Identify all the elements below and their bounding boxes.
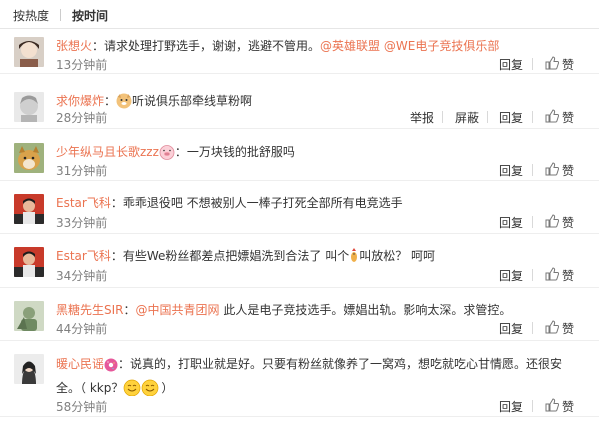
comment-text: Estar飞科：乖乖退役吧 不想被别人一棒子打死全部所有电竞选手	[56, 196, 403, 210]
avatar[interactable]	[14, 37, 44, 67]
mention-link[interactable]: @英雄联盟	[320, 39, 380, 53]
like-button[interactable]: 赞	[562, 162, 574, 179]
like-button[interactable]: 赞	[562, 214, 574, 231]
comment-username[interactable]: 求你爆炸	[56, 94, 104, 108]
comment-time: 31分钟前	[56, 164, 108, 178]
thumbs-up-icon[interactable]	[545, 109, 560, 126]
action-divider	[442, 111, 443, 123]
reply-button[interactable]: 回复	[499, 214, 523, 231]
comment-text: 暖心民谣 ：说真的，打职业就是好。只要有粉丝就像养了一窝鸡，想吃就吃心甘情愿。还很…	[56, 354, 586, 402]
avatar[interactable]	[14, 92, 44, 122]
reply-button[interactable]: 回复	[499, 320, 523, 337]
comment-item: 少年纵马且长歌zzz ：一万块钱的批舒服吗 31分钟前 回复 赞	[0, 135, 599, 181]
mention-link[interactable]: @WE电子竞技俱乐部	[384, 39, 499, 53]
donut-emoji-icon	[104, 358, 118, 378]
comment-item: 暖心民谣 ：说真的，打职业就是好。只要有粉丝就像养了一窝鸡，想吃就吃心甘情愿。还很…	[0, 346, 599, 417]
comment-item: 求你爆炸： 听说俱乐部牵线草粉啊 28分钟前 举报 屏蔽 回复 赞	[0, 84, 599, 129]
comment-item: Estar飞科：有些We粉丝都差点把嫖娼洗到合法了 叫个 叫放松？ 呵呵 34分钟…	[0, 239, 599, 288]
avatar[interactable]	[14, 194, 44, 224]
thumbs-up-icon[interactable]	[545, 162, 560, 179]
comment-item: 黑糖先生SIR：@中国共青团网 此人是电子竞技选手。嫖娼出轨。影响太深。求管控。…	[0, 293, 599, 341]
action-divider	[532, 111, 533, 123]
comment-time: 34分钟前	[56, 269, 108, 283]
avatar[interactable]	[14, 247, 44, 277]
smile-emoji-icon	[123, 379, 161, 402]
like-button[interactable]: 赞	[562, 320, 574, 337]
avatar[interactable]	[14, 143, 44, 173]
reply-button[interactable]: 回复	[499, 398, 523, 415]
like-button[interactable]: 赞	[562, 398, 574, 415]
comment-time: 28分钟前	[56, 111, 108, 125]
comment-username[interactable]: 黑糖先生SIR	[56, 303, 124, 317]
pig-emoji-icon	[159, 144, 175, 166]
avatar[interactable]	[14, 354, 44, 384]
thumbs-up-icon[interactable]	[545, 267, 560, 284]
thumbs-up-icon[interactable]	[545, 320, 560, 337]
doge-emoji-icon	[116, 93, 132, 115]
comment-text: 张想火：请求处理打野选手，谢谢，逃避不管用。@英雄联盟 @WE电子竞技俱乐部	[56, 39, 500, 53]
like-button[interactable]: 赞	[562, 109, 574, 126]
action-divider	[532, 269, 533, 281]
comment-username[interactable]: 暖心民谣	[56, 357, 104, 371]
mention-link[interactable]: @中国共青团网	[136, 303, 220, 317]
like-button[interactable]: 赞	[562, 267, 574, 284]
chicken-emoji-icon	[349, 248, 359, 270]
like-button[interactable]: 赞	[562, 56, 574, 73]
comment-item: Estar飞科：乖乖退役吧 不想被别人一棒子打死全部所有电竞选手 33分钟前 回…	[0, 186, 599, 234]
block-button[interactable]: 屏蔽	[455, 109, 479, 126]
reply-button[interactable]: 回复	[499, 162, 523, 179]
comment-time: 44分钟前	[56, 322, 108, 336]
report-button[interactable]: 举报	[410, 109, 434, 126]
tab-by-time[interactable]: 按时间	[72, 7, 108, 24]
action-divider	[487, 111, 488, 123]
action-divider	[532, 164, 533, 176]
reply-button[interactable]: 回复	[499, 56, 523, 73]
comment-time: 13分钟前	[56, 58, 108, 72]
tab-by-hot[interactable]: 按热度	[13, 7, 49, 24]
avatar[interactable]	[14, 301, 44, 331]
comment-username[interactable]: Estar飞科	[56, 249, 111, 263]
comment-item: 张想火：请求处理打野选手，谢谢，逃避不管用。@英雄联盟 @WE电子竞技俱乐部 1…	[0, 29, 599, 74]
reply-button[interactable]: 回复	[499, 109, 523, 126]
sort-tabs: 按热度 按时间	[0, 0, 599, 29]
comment-text: 黑糖先生SIR：@中国共青团网 此人是电子竞技选手。嫖娼出轨。影响太深。求管控。	[56, 303, 512, 317]
thumbs-up-icon[interactable]	[545, 56, 560, 73]
action-divider	[532, 322, 533, 334]
comment-time: 58分钟前	[56, 400, 108, 414]
comment-username[interactable]: 少年纵马且长歌zzz	[56, 145, 159, 159]
comment-username[interactable]: 张想火	[56, 39, 92, 53]
reply-button[interactable]: 回复	[499, 267, 523, 284]
action-divider	[532, 58, 533, 70]
comment-username[interactable]: Estar飞科	[56, 196, 111, 210]
comment-time: 33分钟前	[56, 216, 108, 230]
action-divider	[532, 216, 533, 228]
tab-divider	[60, 9, 61, 21]
thumbs-up-icon[interactable]	[545, 398, 560, 415]
thumbs-up-icon[interactable]	[545, 214, 560, 231]
action-divider	[532, 400, 533, 412]
